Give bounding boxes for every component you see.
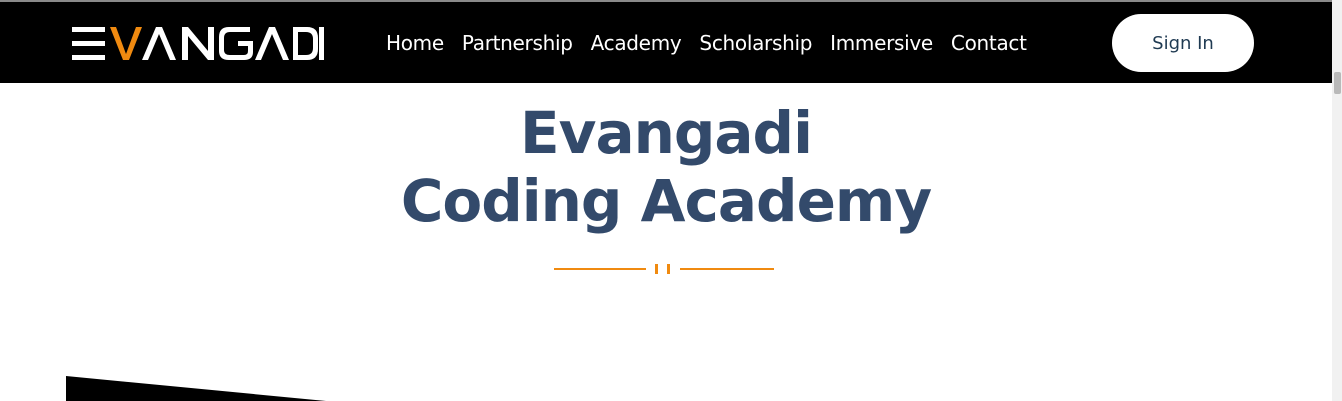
nav-link-contact[interactable]: Contact — [951, 31, 1027, 55]
top-navbar: Home Partnership Academy Scholarship Imm… — [0, 2, 1332, 83]
divider-line-right — [680, 268, 774, 270]
divider-ornament-icon — [554, 263, 774, 275]
nav-link-scholarship[interactable]: Scholarship — [699, 31, 812, 55]
page: Home Partnership Academy Scholarship Imm… — [0, 0, 1342, 401]
hero-title-line-1: Evangadi — [520, 99, 813, 167]
divider-tick-left — [655, 264, 658, 274]
divider-line-left — [554, 268, 646, 270]
logo-icon — [72, 27, 324, 60]
nav-link-immersive[interactable]: Immersive — [830, 31, 933, 55]
scrollbar-thumb[interactable] — [1334, 72, 1341, 94]
divider-tick-right — [667, 264, 670, 274]
nav-link-home[interactable]: Home — [386, 31, 444, 55]
evangadi-logo[interactable] — [72, 24, 324, 62]
page-scrollbar[interactable] — [1332, 0, 1342, 401]
sign-in-button[interactable]: Sign In — [1112, 14, 1254, 72]
hero-title-line-2: Coding Academy — [400, 167, 932, 235]
nav-link-academy[interactable]: Academy — [591, 31, 682, 55]
main-nav: Home Partnership Academy Scholarship Imm… — [386, 2, 1027, 83]
nav-link-partnership[interactable]: Partnership — [462, 31, 573, 55]
decorative-wedge-shape — [66, 376, 326, 401]
